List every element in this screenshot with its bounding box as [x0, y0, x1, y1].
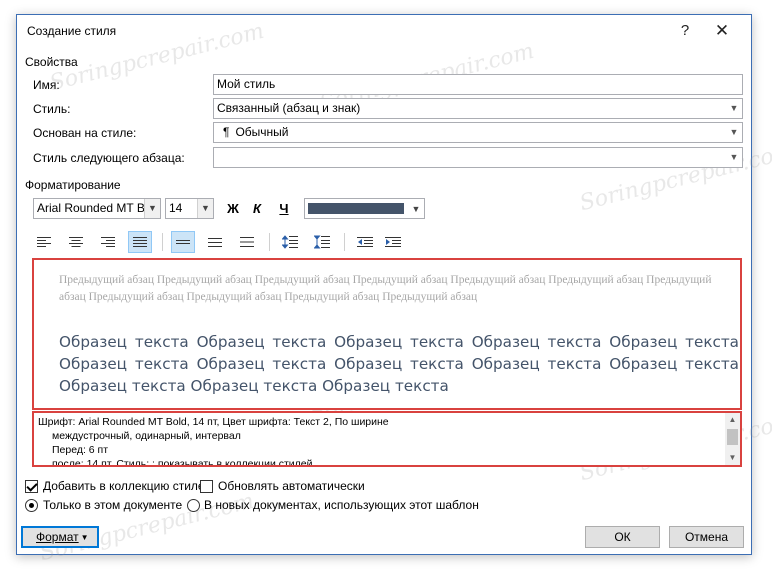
- next-style-label: Стиль следующего абзаца:: [33, 151, 185, 165]
- italic-button[interactable]: К: [246, 198, 268, 219]
- create-style-dialog: Soringpcrepair.com Soringpcrepair.com So…: [16, 14, 772, 566]
- add-to-gallery-checkbox[interactable]: [25, 480, 38, 493]
- style-type-value: Связанный (абзац и знак): [217, 101, 361, 115]
- font-select[interactable]: Arial Rounded MT Bold ▼: [33, 198, 161, 219]
- based-on-select[interactable]: ¶ Обычный ▼: [213, 122, 743, 143]
- pilcrow-icon: ¶: [223, 125, 230, 139]
- align-center-icon[interactable]: [64, 231, 88, 253]
- chevron-down-icon: ▼: [408, 199, 424, 218]
- auto-update-label: Обновлять автоматически: [218, 479, 365, 493]
- toolbar-separator: [162, 233, 163, 251]
- style-name-input[interactable]: Мой стиль: [213, 74, 743, 95]
- font-value: Arial Rounded MT Bold: [37, 201, 161, 215]
- description-line: после: 14 пт, Стиль: : показывать в колл…: [52, 458, 313, 467]
- ok-button[interactable]: ОК: [585, 526, 660, 548]
- properties-section-label: Свойства: [25, 55, 78, 69]
- align-justify-icon[interactable]: [128, 231, 152, 253]
- chevron-down-icon: ▼: [197, 199, 213, 218]
- style-type-label: Стиль:: [33, 102, 71, 116]
- dialog-title: Создание стиля: [27, 24, 117, 38]
- font-color-swatch: [308, 203, 404, 214]
- font-color-select[interactable]: ▼: [304, 198, 425, 219]
- new-documents-radio[interactable]: [187, 499, 200, 512]
- description-line: Перед: 6 пт: [52, 444, 109, 456]
- add-to-gallery-label: Добавить в коллекцию стилей: [43, 479, 212, 493]
- format-button-label: Формат: [36, 530, 79, 544]
- align-left-icon[interactable]: [32, 231, 56, 253]
- title-bar: Создание стиля ? ✕: [17, 15, 751, 47]
- scroll-up-icon[interactable]: ▲: [725, 413, 740, 427]
- line-spacing-double-icon[interactable]: [235, 231, 259, 253]
- description-line: Шрифт: Arial Rounded MT Bold, 14 пт, Цве…: [38, 416, 389, 428]
- underline-button[interactable]: Ч: [273, 198, 295, 219]
- based-on-value: Обычный: [235, 125, 289, 139]
- chevron-down-icon: ▼: [725, 123, 742, 142]
- toolbar-separator: [344, 233, 345, 251]
- bold-button[interactable]: Ж: [222, 198, 244, 219]
- help-button[interactable]: ?: [674, 21, 696, 41]
- new-documents-label: В новых документах, использующих этот ша…: [204, 498, 479, 512]
- align-right-icon[interactable]: [96, 231, 120, 253]
- chevron-down-icon: ▼: [725, 99, 742, 118]
- chevron-down-icon: ▼: [725, 148, 742, 167]
- next-style-select[interactable]: ▼: [213, 147, 743, 168]
- format-menu-button[interactable]: Формат ▼: [21, 526, 99, 548]
- font-size-select[interactable]: 14 ▼: [165, 198, 214, 219]
- caret-down-icon: ▼: [80, 533, 89, 542]
- only-this-document-label: Только в этом документе: [43, 498, 183, 512]
- toolbar-separator: [269, 233, 270, 251]
- style-description: Шрифт: Arial Rounded MT Bold, 14 пт, Цве…: [32, 411, 742, 467]
- scroll-thumb[interactable]: [727, 429, 738, 445]
- line-spacing-single-icon[interactable]: [171, 231, 195, 253]
- description-line: междустрочный, одинарный, интервал: [52, 430, 241, 442]
- sample-text: Образец текста Образец текста Образец те…: [59, 333, 739, 395]
- increase-indent-icon[interactable]: [381, 231, 405, 253]
- previous-paragraph-text: Предыдущий абзац Предыдущий абзац Предыд…: [59, 274, 712, 303]
- scroll-down-icon[interactable]: ▼: [725, 451, 740, 465]
- style-preview-pane: Предыдущий абзац Предыдущий абзац Предыд…: [32, 258, 742, 410]
- font-size-value: 14: [169, 201, 183, 215]
- formatting-section-label: Форматирование: [25, 178, 121, 192]
- description-scrollbar[interactable]: ▲ ▼: [725, 413, 740, 465]
- based-on-label: Основан на стиле:: [33, 126, 137, 140]
- description-text: Шрифт: Arial Rounded MT Bold, 14 пт, Цве…: [38, 415, 718, 467]
- only-this-document-radio[interactable]: [25, 499, 38, 512]
- name-label: Имя:: [33, 78, 60, 92]
- spacing-decrease-icon[interactable]: [310, 231, 334, 253]
- auto-update-checkbox[interactable]: [200, 480, 213, 493]
- close-button[interactable]: ✕: [711, 21, 733, 41]
- style-type-select[interactable]: Связанный (абзац и знак) ▼: [213, 98, 743, 119]
- chevron-down-icon: ▼: [144, 199, 160, 218]
- cancel-button[interactable]: Отмена: [669, 526, 744, 548]
- spacing-increase-icon[interactable]: [278, 231, 302, 253]
- line-spacing-onehalf-icon[interactable]: [203, 231, 227, 253]
- decrease-indent-icon[interactable]: [353, 231, 377, 253]
